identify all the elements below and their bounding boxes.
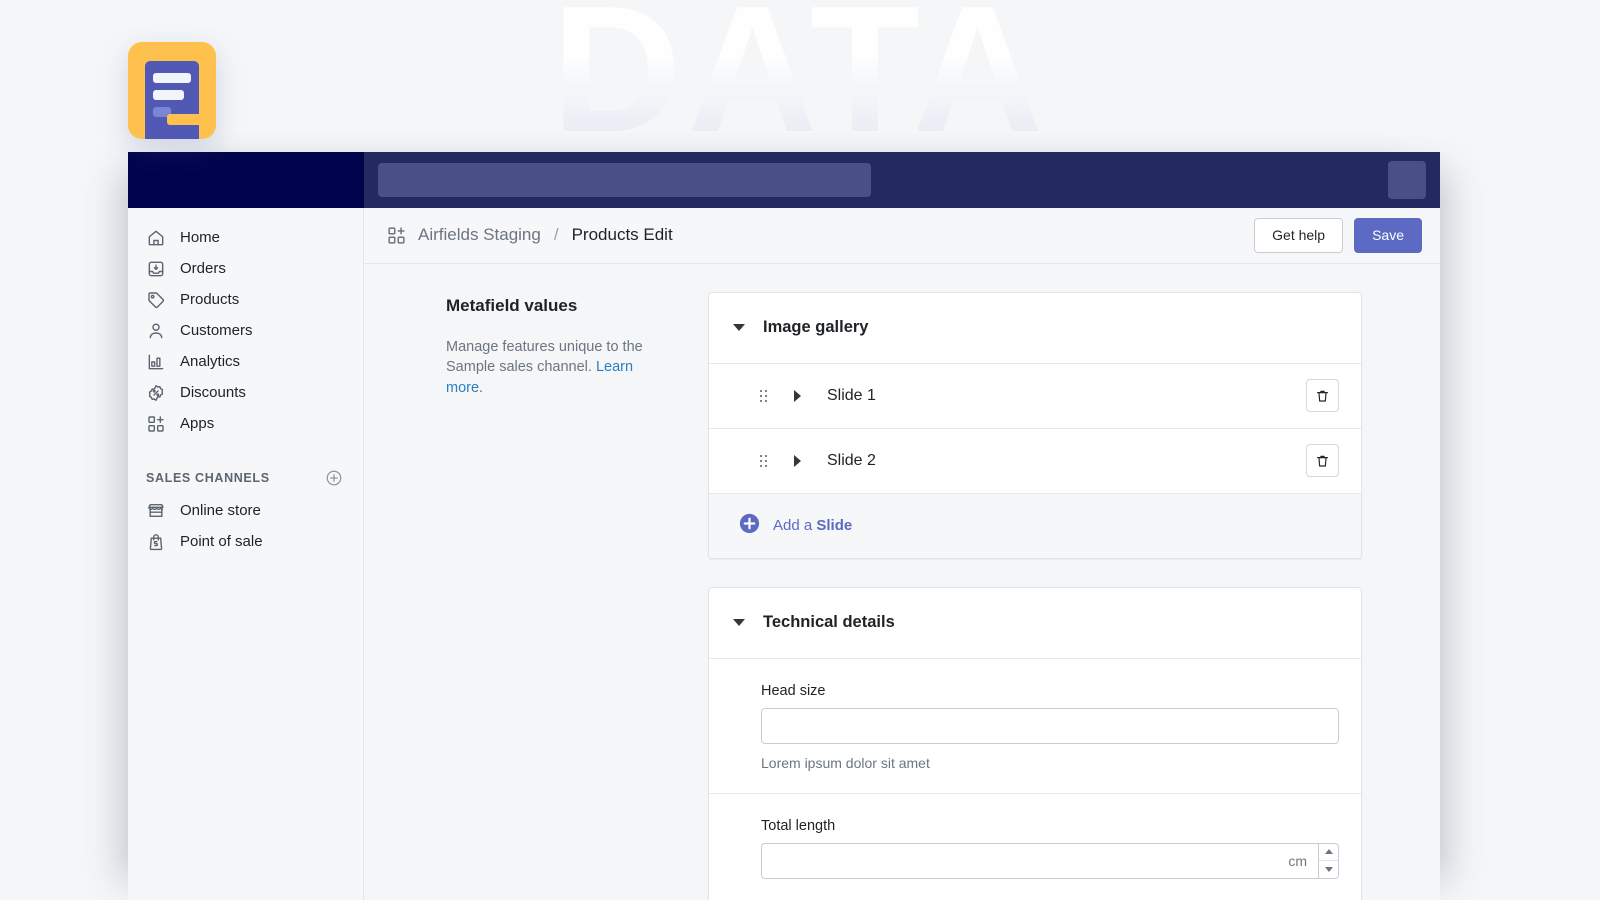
total-length-input-wrapper: cm xyxy=(761,843,1318,879)
sidebar-item-apps[interactable]: Apps xyxy=(128,408,363,439)
sidebar-item-label: Apps xyxy=(180,415,214,432)
breadcrumb-separator: / xyxy=(552,225,561,245)
sidebar-item-online-store[interactable]: Online store xyxy=(128,495,363,526)
caret-down-icon[interactable] xyxy=(733,324,745,331)
app-window: Home Orders xyxy=(128,152,1440,900)
list-item-label: Slide 2 xyxy=(827,452,876,470)
breadcrumb-parent-link[interactable]: Airfields Staging xyxy=(418,225,541,245)
point-of-sale-icon xyxy=(146,532,166,552)
products-tag-icon xyxy=(146,290,166,310)
delete-slide-button[interactable] xyxy=(1306,444,1339,477)
sidebar-item-label: Orders xyxy=(180,260,226,277)
total-length-label: Total length xyxy=(761,818,1339,834)
sidebar: Home Orders xyxy=(128,208,364,900)
screen: DATA xyxy=(0,0,1600,900)
sidebar-item-orders[interactable]: Orders xyxy=(128,253,363,284)
cards-column: Image gallery xyxy=(708,292,1362,900)
metafield-values-description: Manage features unique to the Sample sal… xyxy=(446,337,666,399)
sidebar-item-products[interactable]: Products xyxy=(128,284,363,315)
customers-person-icon xyxy=(146,321,166,341)
image-gallery-card-title: Image gallery xyxy=(763,318,868,337)
document-card-logo-icon xyxy=(128,42,216,139)
apps-grid-plus-icon xyxy=(386,225,407,246)
head-size-help-text: Lorem ipsum dolor sit amet xyxy=(761,755,1339,771)
global-search-input[interactable] xyxy=(378,163,871,197)
add-slide-button[interactable]: Add a Slide xyxy=(709,494,1361,558)
analytics-bars-icon xyxy=(146,352,166,372)
header-actions: Get help Save xyxy=(1254,218,1422,253)
top-bar-main-area xyxy=(364,152,1440,208)
delete-slide-button[interactable] xyxy=(1306,379,1339,412)
get-help-button[interactable]: Get help xyxy=(1254,218,1343,253)
discounts-percent-icon xyxy=(146,383,166,403)
caret-up-icon xyxy=(1325,849,1333,854)
plus-circle-filled-icon xyxy=(739,513,760,539)
total-length-field-block: Total length cm xyxy=(709,794,1361,900)
caret-right-icon[interactable] xyxy=(794,390,801,402)
page-title: Products Edit xyxy=(572,225,673,245)
image-gallery-card-header[interactable]: Image gallery xyxy=(709,293,1361,364)
total-length-input[interactable] xyxy=(762,844,1288,878)
total-length-unit: cm xyxy=(1288,853,1318,869)
sidebar-item-home[interactable]: Home xyxy=(128,222,363,253)
list-item-label: Slide 1 xyxy=(827,387,876,405)
head-size-field-block: Head size Lorem ipsum dolor sit amet xyxy=(709,659,1361,794)
drag-handle-icon[interactable] xyxy=(759,388,768,404)
sales-channels-title: SALES CHANNELS xyxy=(146,471,270,485)
stepper-increment-button[interactable] xyxy=(1319,844,1338,861)
add-slide-label: Add a Slide xyxy=(773,517,852,534)
add-slide-entity: Slide xyxy=(816,517,852,534)
sidebar-item-label: Customers xyxy=(180,322,253,339)
avatar-placeholder-icon[interactable] xyxy=(1388,161,1426,199)
trash-icon xyxy=(1315,453,1330,469)
main-content: Airfields Staging / Products Edit Get he… xyxy=(364,208,1440,900)
add-slide-prefix: Add a xyxy=(773,517,816,534)
apps-grid-plus-icon xyxy=(146,414,166,434)
plus-circle-outline-icon[interactable] xyxy=(325,469,343,487)
sidebar-item-label: Home xyxy=(180,229,220,246)
technical-details-card-title: Technical details xyxy=(763,613,895,632)
drag-handle-icon[interactable] xyxy=(759,453,768,469)
trash-icon xyxy=(1315,388,1330,404)
sales-channels-header: SALES CHANNELS xyxy=(128,461,363,495)
backdrop-watermark-text: DATA xyxy=(0,0,1600,160)
list-item[interactable]: Slide 1 xyxy=(709,364,1361,429)
head-size-input[interactable] xyxy=(761,708,1339,744)
sidebar-item-discounts[interactable]: Discounts xyxy=(128,377,363,408)
online-store-icon xyxy=(146,501,166,521)
sidebar-item-label: Products xyxy=(180,291,239,308)
content-scroll-area[interactable]: Metafield values Manage features unique … xyxy=(364,264,1440,900)
technical-details-card: Technical details Head size Lorem ipsum … xyxy=(708,587,1362,900)
breadcrumb: Airfields Staging / Products Edit xyxy=(386,225,673,246)
list-item[interactable]: Slide 2 xyxy=(709,429,1361,494)
image-gallery-card: Image gallery xyxy=(708,292,1362,559)
caret-right-icon[interactable] xyxy=(794,455,801,467)
caret-down-icon[interactable] xyxy=(733,619,745,626)
sidebar-item-label: Discounts xyxy=(180,384,246,401)
top-bar xyxy=(128,152,1440,208)
sidebar-item-customers[interactable]: Customers xyxy=(128,315,363,346)
app-body: Home Orders xyxy=(128,208,1440,900)
stepper-decrement-button[interactable] xyxy=(1319,861,1338,878)
total-length-stepper xyxy=(1318,843,1339,879)
technical-details-card-header[interactable]: Technical details xyxy=(709,588,1361,659)
metafield-values-panel: Metafield values Manage features unique … xyxy=(446,292,666,399)
metafield-values-title: Metafield values xyxy=(446,296,666,316)
sidebar-item-label: Online store xyxy=(180,502,261,519)
head-size-label: Head size xyxy=(761,683,1339,699)
caret-down-icon xyxy=(1325,867,1333,872)
home-icon xyxy=(146,228,166,248)
save-button[interactable]: Save xyxy=(1354,218,1422,253)
page-header: Airfields Staging / Products Edit Get he… xyxy=(364,208,1440,264)
sidebar-item-label: Analytics xyxy=(180,353,240,370)
sidebar-item-label: Point of sale xyxy=(180,533,263,550)
top-bar-brand-area xyxy=(128,152,364,208)
sidebar-item-analytics[interactable]: Analytics xyxy=(128,346,363,377)
sidebar-item-point-of-sale[interactable]: Point of sale xyxy=(128,526,363,557)
orders-inbox-icon xyxy=(146,259,166,279)
